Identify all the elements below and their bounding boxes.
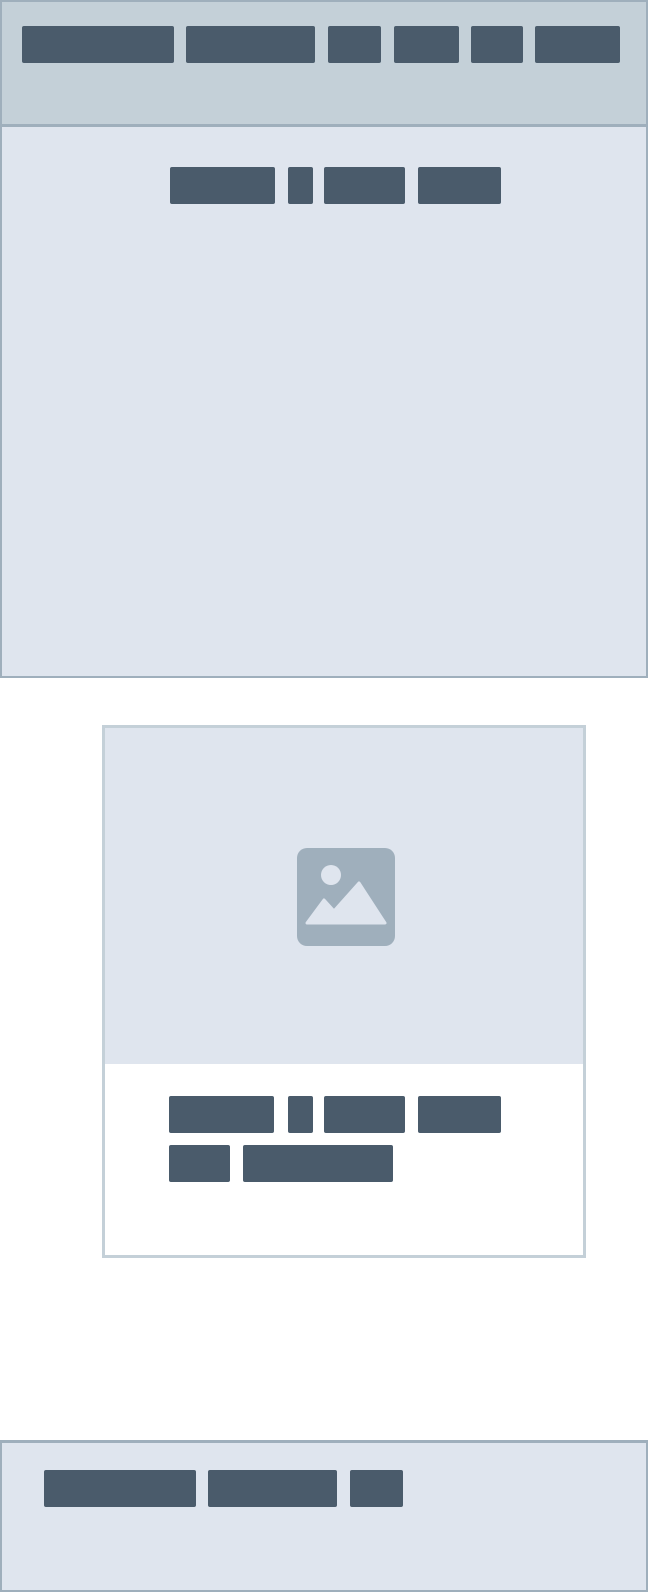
nav-item[interactable] <box>22 26 174 63</box>
hero-headline-word <box>170 167 275 204</box>
card-title-word <box>243 1145 393 1182</box>
hero-section <box>0 125 648 678</box>
card-title-word <box>169 1145 230 1182</box>
card-title-word <box>288 1096 313 1133</box>
nav-item[interactable] <box>394 26 459 63</box>
card-title-word <box>169 1096 274 1133</box>
hero-headline-word <box>324 167 405 204</box>
card-title-word <box>324 1096 405 1133</box>
footer <box>0 1440 648 1592</box>
card-image-placeholder <box>105 728 583 1064</box>
hero-headline-word <box>288 167 313 204</box>
nav-item[interactable] <box>471 26 523 63</box>
top-nav-bar <box>0 0 648 126</box>
footer-link[interactable] <box>44 1470 196 1507</box>
card-title-word <box>418 1096 501 1133</box>
image-icon <box>297 848 395 946</box>
footer-link[interactable] <box>350 1470 403 1507</box>
nav-item[interactable] <box>535 26 620 63</box>
footer-link[interactable] <box>208 1470 337 1507</box>
hero-headline-word <box>418 167 501 204</box>
nav-item[interactable] <box>186 26 315 63</box>
nav-item[interactable] <box>328 26 381 63</box>
content-card[interactable] <box>102 725 586 1258</box>
